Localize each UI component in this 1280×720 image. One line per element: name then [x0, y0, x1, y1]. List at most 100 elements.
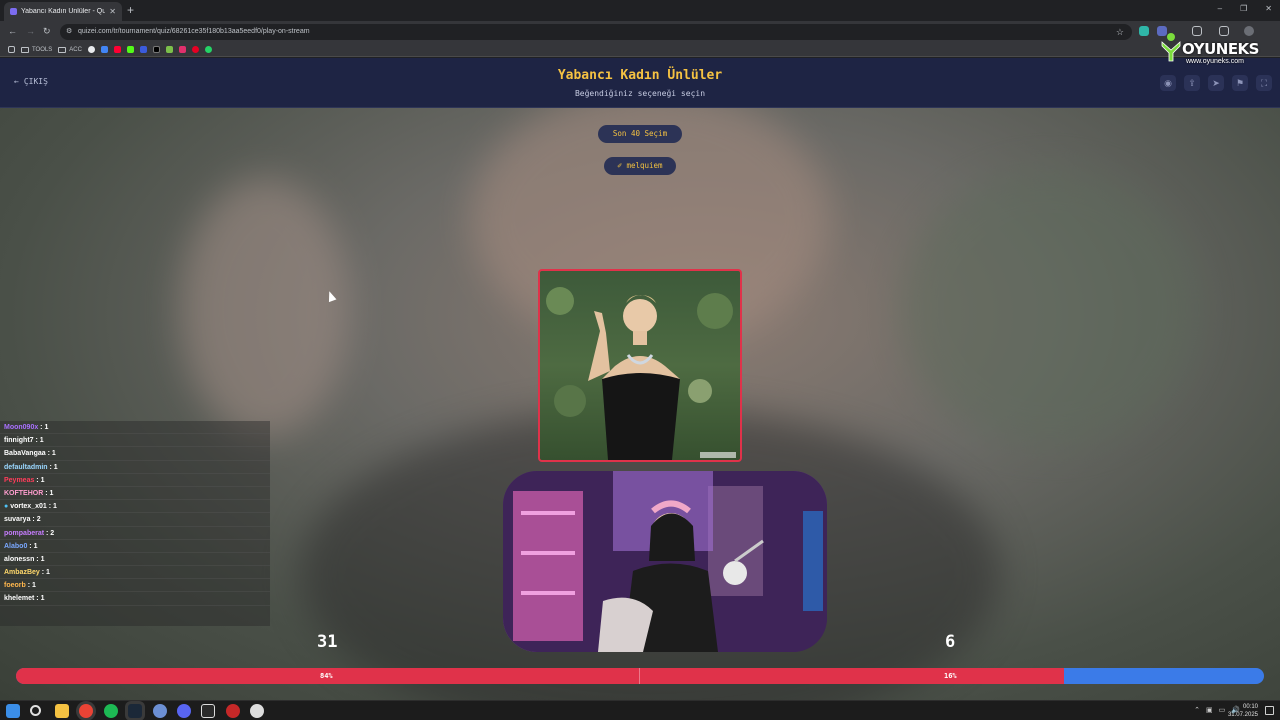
- chat-message: ● vortex_x01 : 1: [0, 500, 270, 514]
- choice-image-card[interactable]: [538, 269, 742, 462]
- quiz-title: Yabancı Kadın Ünlüler: [557, 68, 723, 83]
- bookmark-icon[interactable]: [165, 46, 173, 53]
- tray-chevron-icon[interactable]: ⌃: [1194, 706, 1200, 714]
- chat-username: Moon090x: [4, 424, 39, 431]
- chat-username: Alabo0: [4, 542, 28, 550]
- reload-icon[interactable]: ↻: [43, 26, 51, 37]
- eye-icon[interactable]: ◉: [1160, 75, 1176, 91]
- chat-message: suvarya : 2: [0, 513, 270, 527]
- fullscreen-icon[interactable]: ⛶: [1256, 75, 1272, 91]
- system-clock[interactable]: 00:10 31.07.2025: [1228, 703, 1258, 719]
- bookmark-icon[interactable]: [139, 46, 147, 53]
- chat-message: defaultadmin : 1: [0, 461, 270, 474]
- chat-username: KOFTEHOR: [4, 489, 44, 497]
- chat-message: alonessn : 1: [0, 553, 270, 567]
- chat-username: foeorb: [4, 582, 26, 590]
- bookmark-label: ACC: [69, 46, 82, 53]
- windows-start-icon[interactable]: [6, 704, 20, 718]
- folder-icon: [21, 46, 29, 53]
- browser-toolbar: ← → ↻ ⚙ quizei.com/tr/tournament/quiz/68…: [0, 21, 1280, 43]
- chat-username: BabaVangaa: [4, 450, 46, 458]
- chat-text: : 1: [46, 503, 57, 511]
- background-blur: [180, 178, 350, 438]
- celebrity-photo: [546, 287, 736, 460]
- app-icon[interactable]: [201, 704, 215, 718]
- chat-text: : 1: [45, 450, 56, 458]
- chat-text: : 1: [47, 463, 58, 471]
- back-arrow-icon[interactable]: ←: [8, 26, 17, 36]
- chat-text: : 1: [25, 582, 36, 590]
- forward-arrow-icon[interactable]: →: [26, 26, 35, 36]
- chat-username: alonessn: [4, 555, 35, 563]
- obs-icon[interactable]: [226, 704, 240, 718]
- bookmarks-bar: TOOLS ACC: [0, 43, 1280, 57]
- chrome-icon[interactable]: [79, 704, 93, 718]
- bookmark-star-icon[interactable]: ☆: [1116, 24, 1124, 40]
- chat-message: KOFTEHOR : 1: [0, 487, 270, 501]
- notifications-icon[interactable]: [1265, 706, 1274, 715]
- chat-username: suvarya: [4, 516, 31, 524]
- google-bookmark-icon[interactable]: [87, 46, 95, 53]
- extension-icon[interactable]: [1139, 26, 1149, 36]
- spotify-icon[interactable]: [104, 704, 118, 718]
- last-choices-badge[interactable]: Son 40 Seçim: [598, 125, 682, 143]
- left-vote-percent: 84%: [320, 672, 333, 680]
- file-explorer-icon[interactable]: [55, 704, 69, 718]
- settings-gear-icon[interactable]: [250, 704, 264, 718]
- quiz-subtitle: Beğendiğiniz seçeneği seçin: [574, 89, 706, 98]
- chat-message: AmbazBey : 1: [0, 566, 270, 580]
- apps-grid-icon[interactable]: [8, 46, 15, 53]
- url-text: quizei.com/tr/tournament/quiz/68261ce35f…: [78, 28, 310, 35]
- search-icon[interactable]: [30, 705, 41, 716]
- youtube-bookmark-icon[interactable]: [113, 46, 121, 53]
- minimize-button[interactable]: –: [1218, 4, 1222, 13]
- network-icon[interactable]: ▭: [1219, 706, 1226, 714]
- maximize-button[interactable]: ❐: [1240, 4, 1247, 13]
- chat-message: khelemet : 1: [0, 592, 270, 606]
- chat-username: AmbazBey: [4, 569, 40, 577]
- window-controls: – ❐ ✕: [1218, 4, 1272, 13]
- share-icon[interactable]: ⇪: [1184, 75, 1200, 91]
- chat-message: Alabo0 : 1: [0, 540, 270, 553]
- right-vote-percent: 16%: [944, 672, 957, 680]
- tab-title: Yabancı Kadın Ünlüler - Quizei: [21, 8, 106, 15]
- left-vote-count: 31: [317, 632, 338, 652]
- user-badge: ✐ melquiem: [604, 157, 676, 175]
- close-window-button[interactable]: ✕: [1265, 4, 1272, 13]
- pinterest-bookmark-icon[interactable]: [191, 46, 199, 53]
- discord-icon[interactable]: [177, 704, 191, 718]
- app-icon[interactable]: [153, 704, 167, 718]
- address-bar[interactable]: ⚙ quizei.com/tr/tournament/quiz/68261ce3…: [60, 24, 1132, 40]
- clock-date: 31.07.2025: [1227, 712, 1258, 718]
- bookmark-folder-tools[interactable]: TOOLS: [21, 46, 52, 53]
- streamer-webcam: [503, 471, 827, 652]
- chat-username: vortex_x01: [10, 503, 47, 511]
- tray-app-icon[interactable]: ▣: [1206, 706, 1213, 714]
- chat-text: : 1: [27, 542, 38, 550]
- flag-icon[interactable]: ⚑: [1232, 75, 1248, 91]
- kick-bookmark-icon[interactable]: [126, 46, 134, 53]
- instagram-bookmark-icon[interactable]: [178, 46, 186, 53]
- background-blur: [900, 168, 1200, 448]
- whatsapp-bookmark-icon[interactable]: [204, 46, 212, 53]
- send-icon[interactable]: ➤: [1208, 75, 1224, 91]
- chat-username: pompaberat: [4, 529, 45, 537]
- x-bookmark-icon[interactable]: [152, 46, 160, 53]
- chat-text: : 1: [33, 437, 44, 445]
- chat-text: : 2: [44, 529, 55, 537]
- bookmark-icon[interactable]: [100, 46, 108, 53]
- steam-icon[interactable]: [128, 704, 142, 718]
- brand-url: www.oyuneks.com: [1186, 58, 1244, 65]
- windows-taskbar: ⌃ ▣ ▭ 🔊 00:10 31.07.2025: [0, 700, 1280, 720]
- browser-tab[interactable]: Yabancı Kadın Ünlüler - Quizei ✕: [4, 2, 122, 21]
- right-vote-count: 6: [945, 632, 956, 652]
- new-tab-button[interactable]: +: [127, 3, 134, 17]
- chat-text: : 1: [34, 595, 45, 603]
- quiz-stage: Son 40 Seçim ✐ melquiem Moon090x: 1 fin…: [0, 108, 1280, 700]
- tab-close-icon[interactable]: ✕: [109, 7, 116, 16]
- webcam-feed: [503, 471, 827, 652]
- chat-message: BabaVangaa : 1: [0, 447, 270, 461]
- chat-text: : 1: [38, 424, 49, 431]
- site-info-icon[interactable]: ⚙: [66, 24, 72, 40]
- bookmark-folder-acc[interactable]: ACC: [58, 46, 82, 53]
